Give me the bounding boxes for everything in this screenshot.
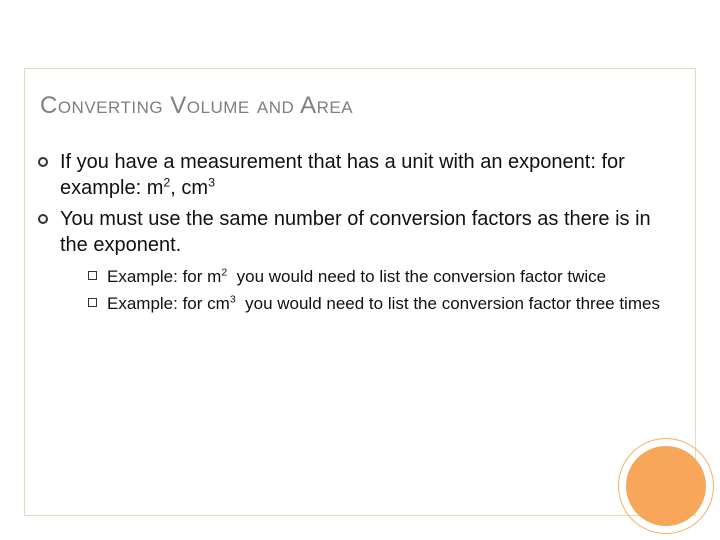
sub-bullet-list: Example: for m2 you would need to list t… (88, 266, 678, 315)
square-bullet-icon (88, 298, 97, 307)
corner-decoration (618, 438, 714, 534)
bullet-item: If you have a measurement that has a uni… (38, 150, 678, 201)
square-bullet-icon (88, 271, 97, 280)
sub-bullet-item: Example: for m2 you would need to list t… (88, 266, 678, 288)
bullet-text: You must use the same number of conversi… (60, 207, 678, 258)
bullet-item: You must use the same number of conversi… (38, 207, 678, 258)
sub-bullet-text: Example: for m2 you would need to list t… (107, 266, 606, 288)
circle-fill-icon (626, 446, 706, 526)
slide-content: If you have a measurement that has a uni… (38, 150, 678, 319)
circle-bullet-icon (38, 214, 48, 224)
circle-bullet-icon (38, 157, 48, 167)
sub-bullet-text: Example: for cm3 you would need to list … (107, 293, 660, 315)
sub-bullet-item: Example: for cm3 you would need to list … (88, 293, 678, 315)
bullet-text: If you have a measurement that has a uni… (60, 150, 678, 201)
slide-title: Converting Volume and Area (40, 92, 353, 120)
